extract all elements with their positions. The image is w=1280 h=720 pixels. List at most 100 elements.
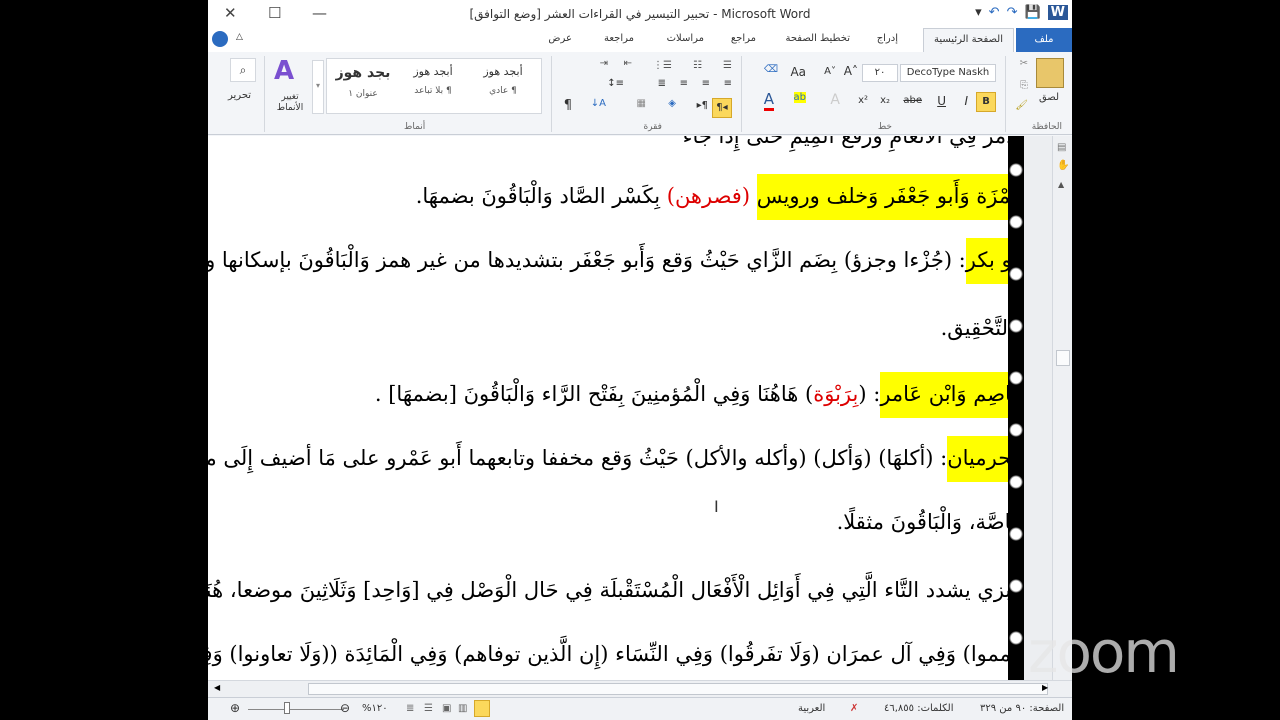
web-layout-icon[interactable]: ▣ <box>442 703 451 714</box>
decrease-indent-icon[interactable]: ⇤ <box>624 58 632 69</box>
font-name-select[interactable]: DecoType Naskh <box>900 64 996 82</box>
increase-indent-icon[interactable]: ⇥ <box>600 58 608 69</box>
rtl-direction-button[interactable]: ¶◂ <box>712 98 732 118</box>
zoom-slider[interactable] <box>248 709 344 710</box>
style-no-spacing[interactable]: أبجد هوز ¶ بلا تباعد <box>399 65 467 96</box>
ltr-direction-button[interactable]: ▸¶ <box>697 100 708 111</box>
paste-icon[interactable] <box>1036 58 1064 88</box>
redo-button[interactable]: ↷ <box>1007 5 1018 20</box>
text-run: تيمموا) وَفِي آل عمرَان (وَلَا تفَرقُوا)… <box>208 642 1024 666</box>
divider <box>1005 56 1006 132</box>
subscript-button[interactable]: x₂ <box>880 95 890 106</box>
superscript-button[interactable]: x² <box>858 95 868 106</box>
change-case-button[interactable]: Aa <box>790 65 806 79</box>
save-icon[interactable]: 💾 <box>1024 5 1040 20</box>
document-line: خَاصَّة، وَالْبَاقُونَ مثقلًا. <box>837 510 1024 534</box>
document-line: تيمموا) وَفِي آل عمرَان (وَلَا تفَرقُوا)… <box>208 642 1024 666</box>
numbering-icon[interactable]: ☷ <box>693 60 702 71</box>
style-preview: أبجد هوز <box>413 65 453 78</box>
tab-insert[interactable]: إدراج <box>877 33 898 44</box>
text-run: الأَمْرُ فِي الأَنْعَامِ وَرَفْعُ الْمِي… <box>682 136 1024 148</box>
word-count[interactable]: الكلمات: ٤٦,٨٥٥ <box>884 703 954 714</box>
title-bar: ✕ ☐ — تحبير التيسير في القراءات العشر [و… <box>208 0 1072 28</box>
strikethrough-button[interactable]: abe <box>903 95 922 106</box>
zoom-level[interactable]: %١٢٠ <box>362 703 388 714</box>
tab-view[interactable]: عرض <box>548 33 572 44</box>
shading-icon[interactable]: ◈ <box>668 98 676 109</box>
zoom-logo: zoom <box>1028 618 1180 686</box>
minimize-ribbon-icon[interactable]: △ <box>236 32 243 42</box>
copy-icon[interactable]: ⎘ <box>1020 80 1028 91</box>
change-styles-icon[interactable]: A <box>274 56 294 86</box>
shrink-font-button[interactable]: A˅ <box>824 66 836 77</box>
ruler-toggle-icon[interactable]: ▤ <box>1057 142 1066 153</box>
language-indicator[interactable]: العربية <box>798 703 825 714</box>
page-number[interactable]: الصفحة: ٩٠ من ٣٢٩ <box>980 703 1064 714</box>
scroll-up-arrow[interactable]: ▲ <box>1058 180 1064 189</box>
help-icon[interactable] <box>212 31 228 47</box>
align-right-icon[interactable]: ≡ <box>724 78 732 89</box>
format-painter-icon[interactable]: 🖌 <box>1015 100 1028 111</box>
font-color-icon[interactable]: A <box>763 90 774 111</box>
tab-home[interactable]: الصفحة الرئيسية <box>923 28 1014 53</box>
highlighted-word: بِرَبْوَة <box>813 382 859 406</box>
bold-button[interactable]: B <box>976 92 996 112</box>
document-line: أَبو بكر: (جُزْءا وجزؤ) بِضَم الزَّاي حَ… <box>208 238 1024 284</box>
editing-button[interactable]: تحرير <box>228 90 251 101</box>
bullets-icon[interactable]: ☰ <box>723 60 732 71</box>
clear-formatting-icon[interactable]: ⌫ <box>764 64 778 75</box>
vertical-scrollbar[interactable]: ▤ ✋ ▲ <box>1052 136 1072 680</box>
sort-button[interactable]: ↓A <box>591 98 606 109</box>
text-run: : (أكلهَا) (وَأكل) (وأكله والأكل) حَيْثُ… <box>208 446 948 470</box>
line-spacing-icon[interactable]: ↕≡ <box>607 78 624 89</box>
grow-font-button[interactable]: A˄ <box>844 64 858 78</box>
borders-icon[interactable]: ▦ <box>637 98 646 109</box>
multilevel-list-icon[interactable]: ⋮☰ <box>653 60 672 71</box>
customize-qat-button[interactable]: ▾ <box>975 5 982 20</box>
styles-scroll[interactable]: ▾ <box>312 60 324 114</box>
underline-button[interactable]: U <box>937 94 946 108</box>
italic-button[interactable]: I <box>964 94 968 108</box>
page-border-decoration <box>1008 136 1024 680</box>
paste-button[interactable]: لصق <box>1034 92 1064 103</box>
zoom-in-button[interactable]: ⊕ <box>230 701 240 715</box>
document-area[interactable]: الأَمْرُ فِي الأَنْعَامِ وَرَفْعُ الْمِي… <box>208 136 1052 680</box>
align-center-icon[interactable]: ≡ <box>702 78 710 89</box>
pan-hand-icon[interactable]: ✋ <box>1057 160 1069 171</box>
scroll-left-arrow[interactable]: ◀ <box>214 683 220 692</box>
full-screen-reading-icon[interactable]: ▥ <box>458 703 467 714</box>
print-layout-button[interactable] <box>474 700 490 717</box>
highlight-color-icon[interactable]: ab <box>793 92 806 103</box>
tab-references[interactable]: مراجع <box>731 33 756 44</box>
find-icon[interactable]: ⌕ <box>230 58 256 82</box>
justify-icon[interactable]: ≣ <box>658 78 666 89</box>
tab-mailings[interactable]: مراسلات <box>667 33 704 44</box>
zoom-out-button[interactable]: ⊖ <box>340 701 350 715</box>
tab-page-layout[interactable]: تخطيط الصفحة <box>785 33 850 44</box>
cut-icon[interactable]: ✂ <box>1020 58 1028 69</box>
align-left-icon[interactable]: ≡ <box>680 78 688 89</box>
highlighted-word: (فصرهن) <box>666 184 751 208</box>
horizontal-scrollbar[interactable]: ◀ ▶ <box>208 680 1072 697</box>
tab-file[interactable]: ملف <box>1016 28 1072 52</box>
document-line: البزي يشدد التَّاء الَّتِي فِي أَوَائِل … <box>208 578 1024 602</box>
tab-review[interactable]: مراجعة <box>604 33 634 44</box>
change-styles-button[interactable]: تغيير الأنماط <box>272 92 308 114</box>
document-line: عَاصِم وَابْن عَامر: (بِرَبْوَة) هَاهُنَ… <box>375 372 1024 418</box>
proofing-icon[interactable]: ✗ <box>850 703 858 714</box>
horizontal-scroll-thumb[interactable] <box>308 683 1048 695</box>
draft-view-icon[interactable]: ≣ <box>406 703 414 714</box>
show-formatting-button[interactable]: ¶ <box>564 98 572 113</box>
undo-button[interactable]: ↶ <box>989 5 1000 20</box>
text-effects-icon[interactable]: A <box>830 92 840 108</box>
zoom-slider-thumb[interactable] <box>284 702 290 714</box>
word-logo-icon: W <box>1047 5 1068 20</box>
style-heading-1[interactable]: بجد هوز عنوان ١ <box>329 65 397 99</box>
vertical-scroll-thumb[interactable] <box>1056 350 1070 366</box>
word-window: ✕ ☐ — تحبير التيسير في القراءات العشر [و… <box>208 0 1072 720</box>
highlighted-reader-name: عَاصِم وَابْن عَامر <box>880 372 1024 418</box>
style-normal[interactable]: أبجد هوز ¶ عادي <box>469 65 537 96</box>
ribbon-tabs: △ ملف الصفحة الرئيسية إدراج تخطيط الصفحة… <box>208 28 1072 53</box>
outline-view-icon[interactable]: ☰ <box>424 703 433 714</box>
font-size-select[interactable]: ٢٠ <box>862 64 898 82</box>
